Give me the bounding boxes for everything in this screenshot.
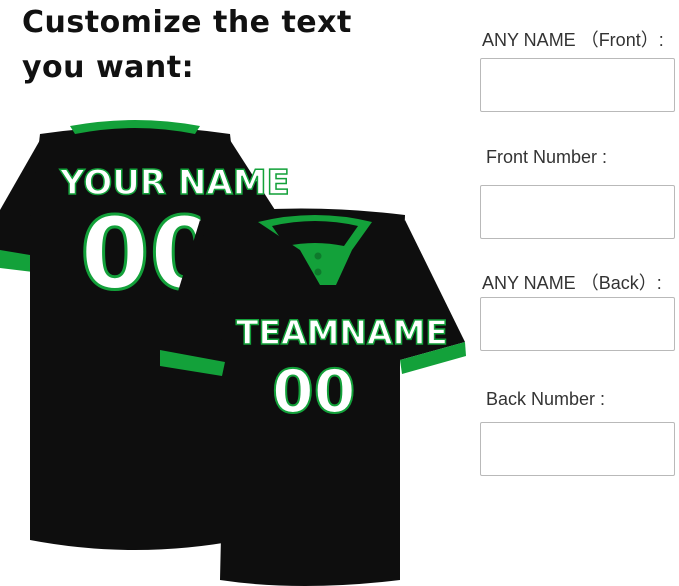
- back-number-input[interactable]: [480, 422, 675, 476]
- front-collar-inner: [272, 221, 358, 246]
- placket-button-1: [314, 252, 322, 260]
- heading-line-1: Customize the text: [22, 5, 352, 40]
- front-number-input[interactable]: [480, 185, 675, 239]
- jersey-illustration: YOUR NAME 00 TEAMNAME 00: [0, 120, 466, 586]
- customize-heading: Customize the text you want:: [22, 0, 462, 90]
- heading-line-2: you want:: [22, 50, 195, 85]
- customization-form: ANY NAME （Front）: Front Number : ANY NAM…: [480, 0, 679, 586]
- placket-button-2: [314, 268, 322, 276]
- back-name-label: ANY NAME （Back）:: [482, 273, 662, 293]
- back-number-label: Back Number :: [486, 389, 606, 409]
- front-name-input[interactable]: [480, 58, 675, 112]
- front-number-text: 00: [272, 357, 356, 427]
- front-name-label: ANY NAME （Front）:: [482, 30, 664, 50]
- back-name-input[interactable]: [480, 297, 675, 351]
- front-number-label: Front Number :: [486, 147, 608, 167]
- front-name-text: TEAMNAME: [236, 313, 448, 352]
